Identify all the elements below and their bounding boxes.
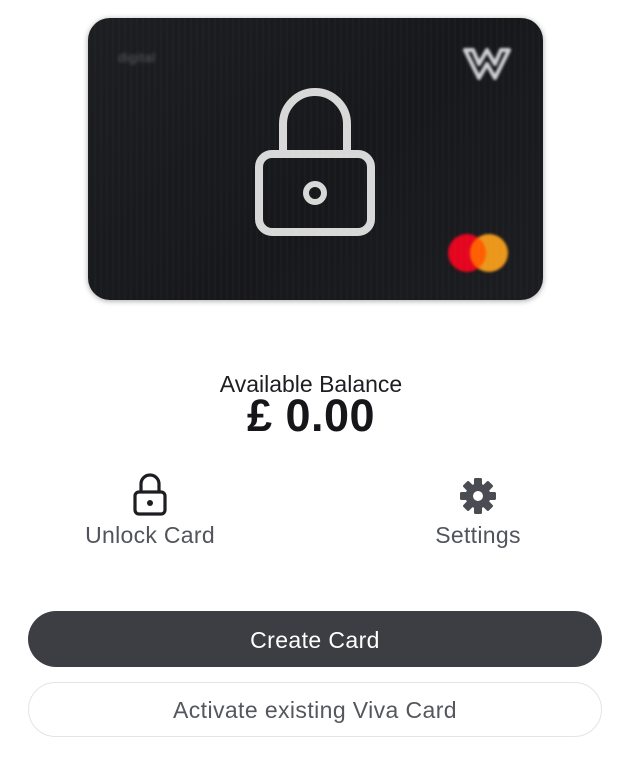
lock-icon xyxy=(133,473,167,516)
padlock-icon xyxy=(255,88,375,236)
viva-logo-icon xyxy=(463,48,511,80)
unlock-card-label: Unlock Card xyxy=(85,522,215,548)
activate-existing-card-button[interactable]: Activate existing Viva Card xyxy=(28,682,602,737)
payment-card[interactable]: digital xyxy=(88,18,543,300)
settings-label: Settings xyxy=(435,522,521,548)
settings-button[interactable]: Settings xyxy=(368,470,588,549)
card-type-label: digital xyxy=(118,50,156,65)
mastercard-icon xyxy=(448,234,508,272)
available-balance-value: £ 0.00 xyxy=(246,390,376,441)
create-card-button[interactable]: Create Card xyxy=(28,611,602,667)
unlock-card-button[interactable]: Unlock Card xyxy=(40,470,260,549)
gear-icon xyxy=(460,478,496,514)
